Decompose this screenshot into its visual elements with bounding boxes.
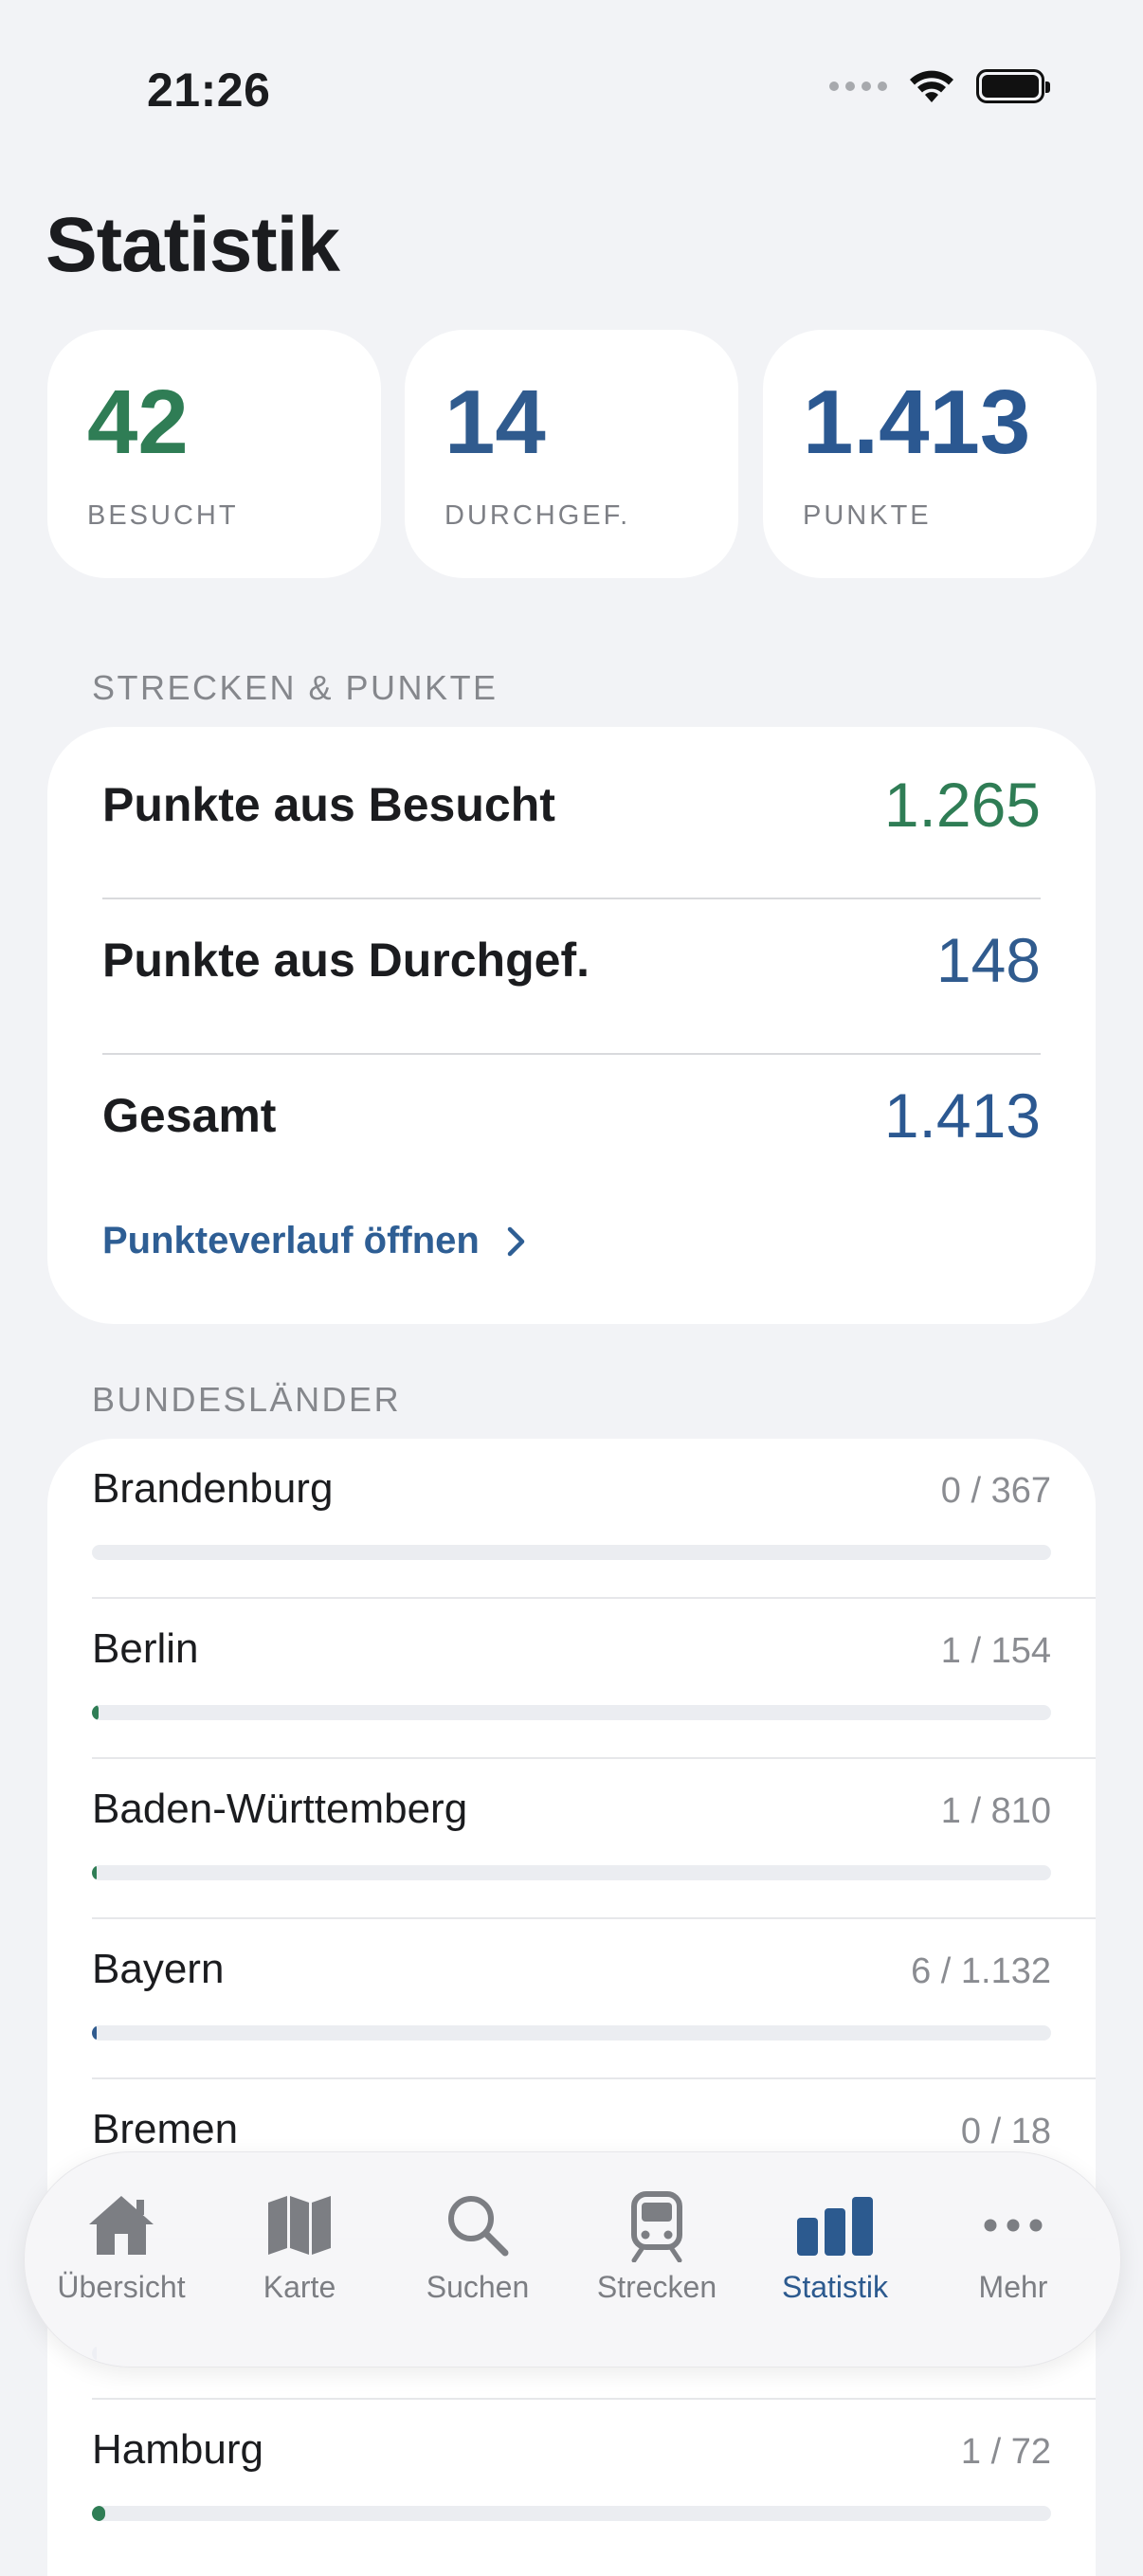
state-progress-bar (92, 1865, 1051, 1880)
stat-label: DURCHGEF. (444, 500, 631, 531)
points-row-label: Gesamt (102, 1089, 277, 1142)
points-history-link[interactable]: Punkteverlauf öffnen (102, 1220, 527, 1262)
tab-uebersicht[interactable]: Übersicht (31, 2188, 211, 2305)
state-progress-bar (92, 2506, 1051, 2521)
tab-strecken[interactable]: Strecken (567, 2188, 747, 2305)
points-row-value: 1.265 (883, 770, 1041, 840)
state-row[interactable]: Baden-Württemberg 1 / 810 (47, 1759, 1096, 1919)
tab-label: Mehr (978, 2270, 1048, 2304)
points-card: Punkte aus Besucht 1.265 Punkte aus Durc… (47, 727, 1096, 1324)
tab-label: Statistik (781, 2270, 889, 2304)
magnifier-icon (388, 2188, 568, 2262)
state-name: Hamburg (92, 2426, 263, 2473)
states-list: Brandenburg 0 / 367 Berlin 1 / 154 Baden… (47, 1439, 1096, 2576)
section-header-points: STRECKEN & PUNKTE (92, 668, 499, 707)
page-title: Statistik (45, 202, 340, 288)
points-history-link-label: Punkteverlauf öffnen (102, 1220, 480, 1261)
house-icon (31, 2188, 211, 2262)
state-name: Bayern (92, 1946, 225, 1992)
state-progress-bar (92, 1705, 1051, 1720)
state-name: Bremen (92, 2106, 239, 2152)
state-count: 0 / 18 (960, 2112, 1051, 2151)
tab-karte[interactable]: Karte (209, 2188, 390, 2305)
chart-bar-icon (745, 2188, 925, 2262)
tab-label: Übersicht (57, 2270, 186, 2304)
state-progress-fill (92, 2506, 106, 2521)
tab-label: Karte (263, 2270, 336, 2304)
state-row[interactable]: Bayern 6 / 1.132 (47, 1919, 1096, 2079)
points-row-value: 1.413 (883, 1080, 1041, 1151)
points-row-label: Punkte aus Durchgef. (102, 934, 590, 987)
points-row-label: Punkte aus Besucht (102, 778, 555, 831)
points-row-besucht: Punkte aus Besucht 1.265 (102, 727, 1041, 882)
tab-label: Strecken (596, 2270, 717, 2304)
map-icon (209, 2188, 390, 2262)
state-progress-bar (92, 1545, 1051, 1560)
stat-card-durchgefahren: 14 DURCHGEF. (405, 330, 738, 578)
tram-icon (567, 2188, 747, 2262)
tab-label: Suchen (426, 2270, 530, 2304)
tab-statistik[interactable]: Statistik (745, 2188, 925, 2305)
tab-mehr[interactable]: Mehr (923, 2188, 1103, 2305)
state-count: 1 / 154 (940, 1631, 1051, 1671)
status-icons (829, 68, 1050, 104)
stat-card-besucht: 42 BESUCHT (47, 330, 381, 578)
stat-value: 14 (444, 372, 546, 473)
battery-icon (976, 69, 1050, 103)
state-count: 6 / 1.132 (911, 1951, 1051, 1991)
state-row[interactable]: Brandenburg 0 / 367 (47, 1439, 1096, 1599)
points-row-gesamt: Gesamt 1.413 (102, 1038, 1041, 1193)
state-name: Baden-Württemberg (92, 1786, 468, 1832)
status-time: 21:26 (147, 63, 271, 117)
tab-bar: Übersicht Karte Suchen Strecken Statisti… (24, 2151, 1121, 2367)
stat-label: BESUCHT (87, 500, 239, 531)
section-header-states: BUNDESLÄNDER (92, 1380, 402, 1419)
state-count: 1 / 810 (940, 1791, 1051, 1831)
stat-label: PUNKTE (803, 500, 932, 531)
state-count: 0 / 367 (940, 1471, 1051, 1511)
state-count: 1 / 72 (960, 2432, 1051, 2472)
ellipsis-icon (923, 2188, 1103, 2262)
state-progress-bar (92, 2025, 1051, 2041)
stat-value: 42 (87, 372, 189, 473)
points-row-durchgefahren: Punkte aus Durchgef. 148 (102, 882, 1041, 1038)
signal-dots-icon (829, 82, 887, 91)
state-progress-fill (92, 2025, 98, 2041)
state-name: Brandenburg (92, 1465, 334, 1512)
chevron-right-icon (507, 1226, 525, 1256)
state-row[interactable]: Hamburg 1 / 72 (47, 2400, 1096, 2560)
stat-value: 1.413 (803, 372, 1031, 473)
state-name: Berlin (92, 1625, 199, 1672)
state-progress-fill (92, 1705, 99, 1720)
stat-card-punkte: 1.413 PUNKTE (763, 330, 1097, 578)
wifi-icon (910, 70, 953, 102)
tab-suchen[interactable]: Suchen (388, 2188, 568, 2305)
state-progress-fill (92, 1865, 98, 1880)
points-row-value: 148 (935, 925, 1041, 995)
state-row[interactable]: Berlin 1 / 154 (47, 1599, 1096, 1759)
